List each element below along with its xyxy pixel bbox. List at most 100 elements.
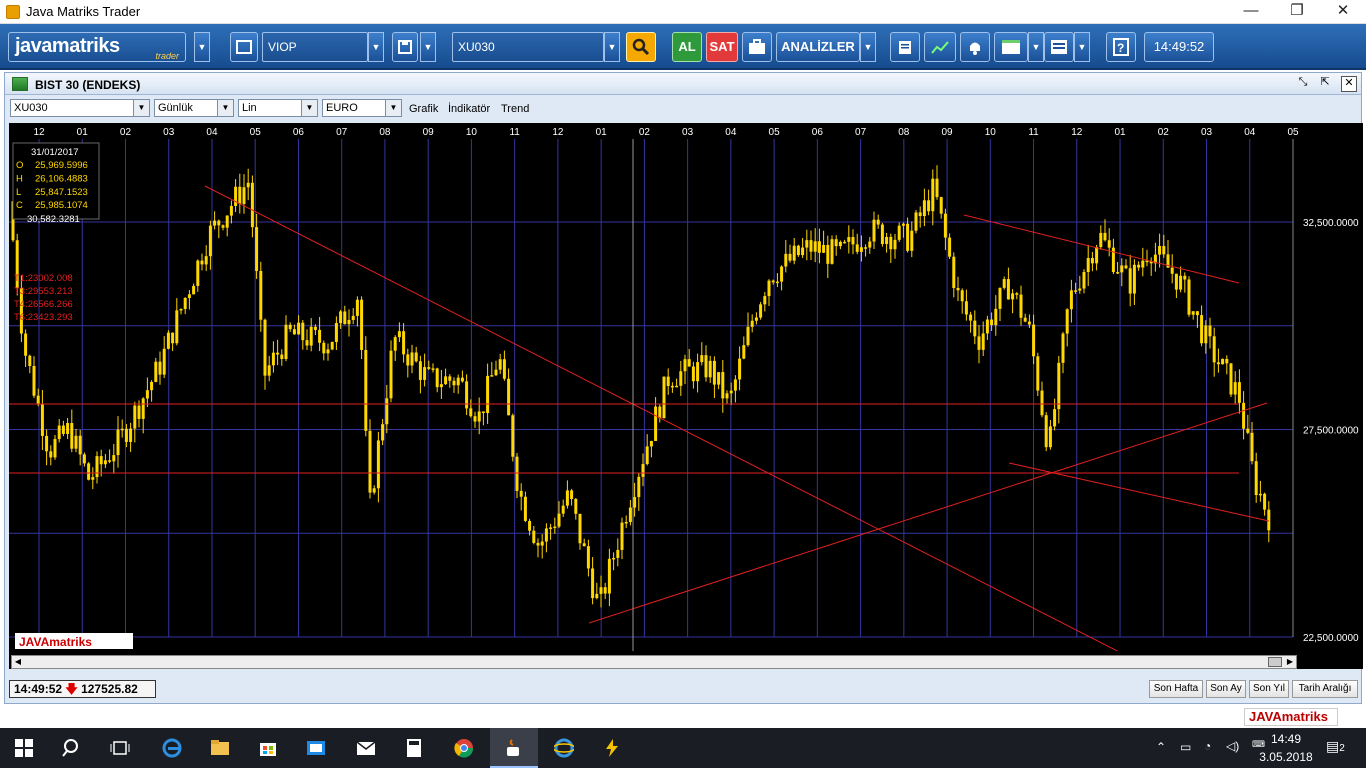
candle-body [633,497,637,508]
edge-button[interactable] [148,728,196,768]
notification-center-icon[interactable]: ▤2 [1326,738,1345,755]
search-button[interactable] [626,32,656,62]
new-window-button[interactable] [230,32,258,62]
market-select[interactable]: VIOP [262,32,368,62]
save-dropdown[interactable]: ▼ [420,32,436,62]
layout-dropdown[interactable]: ▼ [1074,32,1090,62]
new-tab-button[interactable] [994,32,1028,62]
price-chart[interactable]: 12 01 02 03 04 05 06 07 08 09 10 11 12 01 02 03 04 05 06 07… [9,123,1363,669]
search-taskbar-button[interactable] [48,728,96,768]
range-date-button[interactable]: Tarih Aralığı [1292,680,1358,698]
popout-icon[interactable]: ⇱ [1317,76,1333,92]
alarm-button[interactable] [960,32,990,62]
save-button[interactable] [392,32,418,62]
maximize-button[interactable]: ❐ [1274,0,1320,24]
ie-button[interactable] [540,728,588,768]
java-app-button[interactable] [490,728,538,768]
portfolio-button[interactable] [742,32,772,62]
mail-button[interactable] [342,728,390,768]
volume-icon[interactable]: ◁) [1226,739,1239,753]
range-last-week-button[interactable]: Son Hafta [1149,680,1203,698]
buy-button[interactable]: AL [672,32,702,62]
candle-body [691,366,695,382]
candle-body [486,375,490,414]
symbol-dropdown[interactable]: ▼ [604,32,620,62]
symbol-select[interactable]: XU030 ▼ [10,99,150,117]
notification-count: 2 [1339,743,1345,754]
candle-body [87,463,91,480]
chrome-button[interactable] [440,728,488,768]
symbol-input[interactable]: XU030 [452,32,604,62]
task-view-button[interactable] [96,728,144,768]
language-indicator[interactable]: ⌨ [1252,739,1265,750]
analysis-dropdown[interactable]: ▼ [860,32,876,62]
store-button[interactable] [244,728,292,768]
candle-body [519,490,523,497]
scroll-right-arrow[interactable]: ▶ [1284,656,1296,668]
candle-body [259,270,263,320]
range-last-year-button[interactable]: Son Yıl [1249,680,1289,698]
file-explorer-button[interactable] [196,728,244,768]
calculator-button[interactable] [390,728,438,768]
layout-button[interactable] [1044,32,1074,62]
chart-panel-header: BIST 30 (ENDEKS) ⤡ ⇱ ✕ [5,73,1361,95]
candle-body [582,543,586,547]
scroll-left-arrow[interactable]: ◀ [12,656,24,668]
menu-trend[interactable]: Trend [501,103,529,115]
panel-close-button[interactable]: ✕ [1341,76,1357,92]
candle-body [246,182,250,188]
tray-overflow-icon[interactable]: ⌃ [1156,740,1166,754]
start-button[interactable] [0,728,48,768]
logo-menu-dropdown[interactable]: ▼ [194,32,210,62]
candle-body [1011,293,1015,300]
symbol-select-value: XU030 [14,102,48,114]
period-select[interactable]: Günlük ▼ [154,99,234,117]
candle-body [1208,325,1212,337]
range-last-month-button[interactable]: Son Ay [1206,680,1246,698]
candle-body [1187,279,1191,315]
candle-body [1132,264,1136,294]
candle-body [116,429,120,456]
currency-select[interactable]: EURO ▼ [322,99,402,117]
menu-grafik[interactable]: Grafik [409,103,438,115]
candle-body [208,225,212,257]
x-tick-label: 02 [120,127,132,138]
taskbar-time[interactable]: 14:49 [1266,732,1306,746]
logo-subtext: trader [155,51,179,61]
scale-select[interactable]: Lin ▼ [238,99,318,117]
x-tick-label: 02 [639,127,651,138]
chart-scrollbar[interactable]: ◀ ▶ [11,655,1297,669]
market-dropdown[interactable]: ▼ [368,32,384,62]
candle-body [813,241,817,252]
new-tab-dropdown[interactable]: ▼ [1028,32,1044,62]
notes-button[interactable] [890,32,920,62]
help-button[interactable]: ? [1106,32,1136,62]
candle-body [49,451,53,458]
taskbar-date[interactable]: 3.05.2018 [1256,750,1316,764]
sell-button[interactable]: SAT [706,32,738,62]
candle-body [32,365,36,396]
candle-body [297,322,301,335]
price-chart-canvas[interactable]: 12 01 02 03 04 05 06 07 08 09 10 11 12 01 02 03 04 05 06 07… [9,123,1363,651]
candle-body [775,281,779,284]
candle-body [767,280,771,297]
restore-icon[interactable]: ⤡ [1295,76,1311,92]
scroll-thumb[interactable] [1268,657,1282,667]
close-button[interactable]: ✕ [1320,0,1366,24]
matriks-taskbar-button[interactable] [588,728,636,768]
app-button-1[interactable] [292,728,340,768]
candle-body [620,522,624,550]
x-tick-label: 12 [552,127,564,138]
menu-indikator[interactable]: İndikatör [448,103,490,115]
wifi-icon[interactable]: ◔ [1204,739,1211,753]
minimize-button[interactable]: — [1228,0,1274,24]
candle-body [1027,321,1031,325]
chart-button[interactable] [924,32,956,62]
candle-body [372,488,376,493]
candle-body [196,260,200,286]
candle-body [935,178,939,198]
battery-icon[interactable]: ▭ [1180,740,1191,754]
x-tick-label: 07 [855,127,867,138]
analysis-menu-button[interactable]: ANALİZLER [776,32,860,62]
app-logo[interactable]: javamatriks trader [8,32,186,62]
